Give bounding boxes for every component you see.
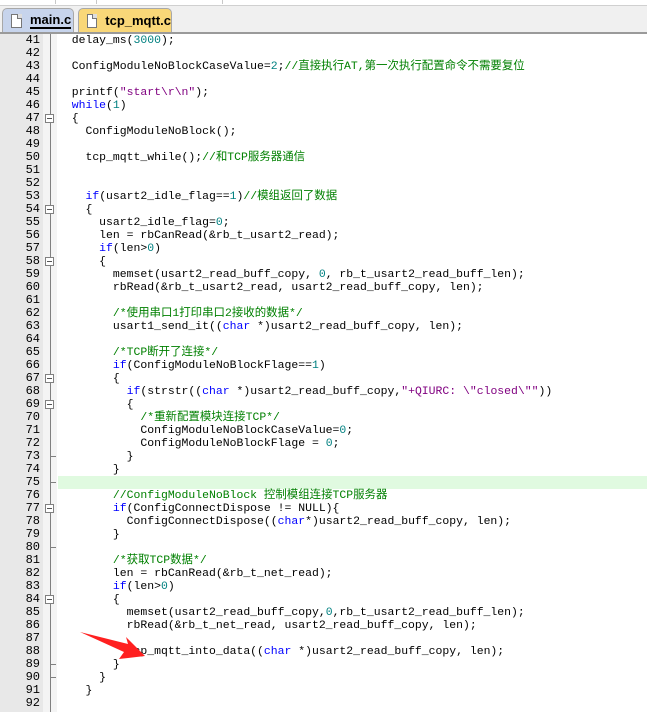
arrow-icon	[80, 632, 145, 659]
red-arrow-annotation	[80, 632, 145, 659]
